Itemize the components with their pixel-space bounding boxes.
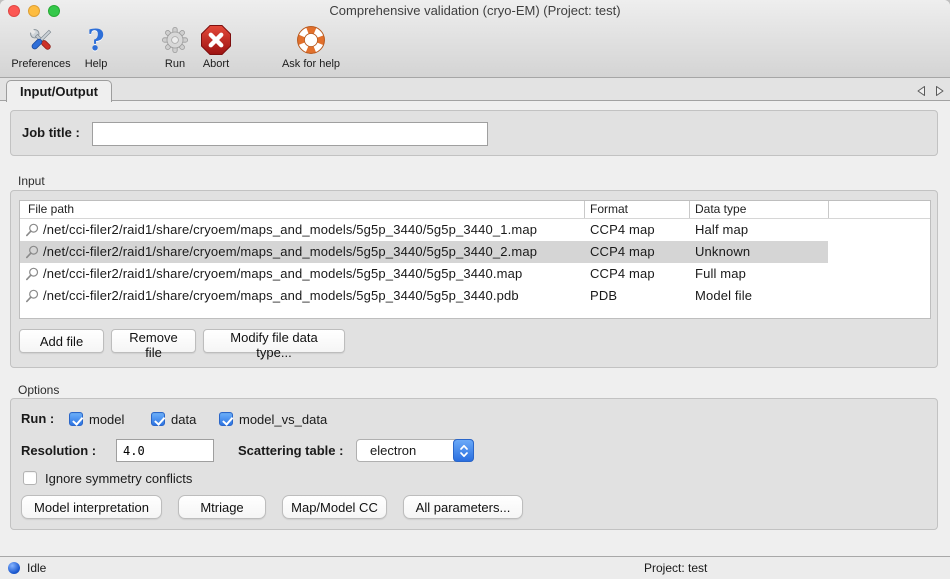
format-cell: CCP4 map <box>590 244 655 259</box>
file-action-button[interactable]: Add file <box>19 329 104 353</box>
file-path-cell: /net/cci-filer2/raid1/share/cryoem/maps_… <box>43 288 519 303</box>
options-action-button[interactable]: All parameters... <box>403 495 523 519</box>
format-cell: CCP4 map <box>590 266 655 281</box>
data-type-cell: Full map <box>695 266 746 281</box>
toolbar-label: Abort <box>193 58 239 70</box>
checkbox-label: data <box>171 412 196 427</box>
column-divider <box>584 201 585 218</box>
file-table-row[interactable]: /net/cci-filer2/raid1/share/cryoem/maps_… <box>20 219 930 241</box>
magnifier-icon <box>25 267 39 284</box>
file-table-body: /net/cci-filer2/raid1/share/cryoem/maps_… <box>20 219 930 307</box>
magnifier-icon <box>25 223 39 240</box>
run-checkbox[interactable]: model <box>69 410 124 428</box>
magnifier-icon <box>25 289 39 306</box>
toolbar-label: Help <box>78 58 114 70</box>
column-divider <box>689 201 690 218</box>
options-buttons-row: Model interpretation Mtriage Map/Model C… <box>21 495 523 519</box>
toolbar-label: Ask for help <box>276 58 346 70</box>
question-mark-icon: ? <box>78 23 114 57</box>
checkbox-label: model <box>89 412 124 427</box>
scattering-table-select[interactable]: electron <box>356 439 474 462</box>
toolbar-button-ask-for-help[interactable]: Ask for help <box>276 23 346 70</box>
column-header-data-type[interactable]: Data type <box>695 202 746 217</box>
run-checkbox[interactable]: model_vs_data <box>219 410 327 428</box>
options-action-button[interactable]: Mtriage <box>178 495 266 519</box>
selected-option: electron <box>370 443 416 458</box>
file-buttons-row: Add file Remove file Modify file data ty… <box>19 329 345 353</box>
ignore-symmetry-checkbox[interactable]: Ignore symmetry conflicts <box>23 469 192 487</box>
column-divider <box>828 201 829 218</box>
chevron-up-down-icon <box>453 439 474 462</box>
options-action-button[interactable]: Model interpretation <box>21 495 162 519</box>
window-title: Comprehensive validation (cryo-EM) (Proj… <box>0 3 950 18</box>
checkbox-icon <box>23 471 37 485</box>
status-text: Idle <box>27 561 46 575</box>
run-checkbox[interactable]: data <box>151 410 196 428</box>
gear-icon <box>153 23 197 57</box>
toolbar-button-preferences[interactable]: Preferences <box>2 23 80 70</box>
data-type-cell: Unknown <box>695 244 750 259</box>
run-label: Run : <box>21 411 54 426</box>
file-table-row[interactable]: /net/cci-filer2/raid1/share/cryoem/maps_… <box>20 263 930 285</box>
stop-x-icon <box>193 23 239 57</box>
run-row: Run : model data model_vs_data <box>11 410 937 428</box>
data-type-cell: Model file <box>695 288 752 303</box>
options-action-button[interactable]: Map/Model CC <box>282 495 387 519</box>
file-path-cell: /net/cci-filer2/raid1/share/cryoem/maps_… <box>43 222 537 237</box>
checkbox-icon <box>69 412 83 426</box>
file-table-row[interactable]: /net/cci-filer2/raid1/share/cryoem/maps_… <box>20 285 930 307</box>
tab-strip: Input/Output <box>0 78 950 101</box>
resolution-input[interactable] <box>116 439 214 462</box>
input-group: File path Format Data type <box>10 190 938 368</box>
resolution-row: Resolution : Scattering table : electron <box>11 439 937 463</box>
project-text: Project: test <box>644 561 707 575</box>
column-header-file-path[interactable]: File path <box>28 202 74 217</box>
job-title-input[interactable] <box>92 122 488 146</box>
file-table-row[interactable]: /net/cci-filer2/raid1/share/cryoem/maps_… <box>20 241 930 263</box>
input-section-label: Input <box>18 174 45 188</box>
window-header: Comprehensive validation (cryo-EM) (Proj… <box>0 0 950 78</box>
status-bar: Idle Project: test <box>0 556 950 579</box>
column-header-format[interactable]: Format <box>590 202 628 217</box>
scattering-table-label: Scattering table : <box>238 443 343 458</box>
checkbox-icon <box>219 412 233 426</box>
checkbox-label: model_vs_data <box>239 412 327 427</box>
options-section-label: Options <box>18 383 59 397</box>
checkbox-icon <box>151 412 165 426</box>
status-sphere-icon <box>8 562 20 574</box>
toolbar-label: Run <box>153 58 197 70</box>
resolution-label: Resolution : <box>21 443 96 458</box>
magnifier-icon <box>25 245 39 262</box>
toolbar-button-abort[interactable]: Abort <box>193 23 239 70</box>
checkbox-label: Ignore symmetry conflicts <box>45 471 192 486</box>
options-group: Run : model data model_vs_data Resoluti <box>10 398 938 530</box>
toolbar-button-run[interactable]: Run <box>153 23 197 70</box>
file-path-cell: /net/cci-filer2/raid1/share/cryoem/maps_… <box>43 244 537 259</box>
toolbar-label: Preferences <box>2 58 80 70</box>
file-action-button[interactable]: Remove file <box>111 329 196 353</box>
job-title-group: Job title : <box>10 110 938 156</box>
toolbar-button-help[interactable]: ? Help <box>78 23 114 70</box>
file-table-header: File path Format Data type <box>20 201 930 219</box>
lifebuoy-icon <box>276 23 346 57</box>
app-window: Comprehensive validation (cryo-EM) (Proj… <box>0 0 950 579</box>
file-table: File path Format Data type <box>19 200 931 319</box>
data-type-cell: Half map <box>695 222 748 237</box>
file-action-button[interactable]: Modify file data type... <box>203 329 345 353</box>
job-title-label: Job title : <box>22 125 80 140</box>
tab-scroll-right-icon[interactable] <box>935 84 945 102</box>
tab-scroll-left-icon[interactable] <box>916 84 926 102</box>
file-path-cell: /net/cci-filer2/raid1/share/cryoem/maps_… <box>43 266 522 281</box>
format-cell: PDB <box>590 288 617 303</box>
tab-input-output[interactable]: Input/Output <box>6 80 112 102</box>
format-cell: CCP4 map <box>590 222 655 237</box>
tools-icon <box>2 23 80 57</box>
